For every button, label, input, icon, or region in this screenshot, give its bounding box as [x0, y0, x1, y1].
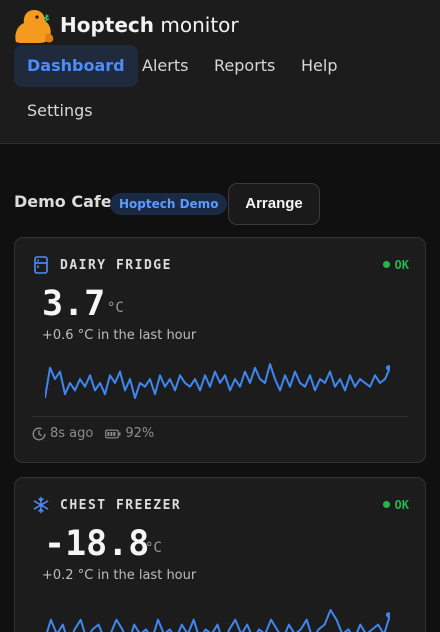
temperature-unit: °C	[107, 300, 124, 316]
brand-name: Hoptech	[60, 13, 155, 37]
nav-help[interactable]: Help	[288, 45, 350, 87]
beaver-logo-icon[interactable]	[12, 6, 54, 44]
status-label: OK	[394, 498, 409, 512]
trend-sparkline	[45, 363, 390, 399]
sparkline-path	[45, 363, 390, 399]
temperature-unit: °C	[145, 540, 162, 556]
nav-dashboard[interactable]: Dashboard	[14, 45, 138, 87]
battery-icon	[105, 429, 121, 438]
sparkline-path	[46, 609, 390, 632]
sensor-card-chest-freezer[interactable]: CHEST FREEZER OK -18.8 °C +0.2 °C in the…	[14, 477, 426, 632]
battery-level: 92%	[125, 426, 155, 441]
nav-settings[interactable]: Settings	[14, 90, 106, 132]
sparkline-latest-point	[385, 365, 390, 371]
card-divider	[32, 416, 408, 417]
sparkline-latest-point	[385, 612, 390, 618]
status-dot-icon	[382, 501, 390, 508]
temperature-delta: +0.6 °C in the last hour	[42, 328, 197, 343]
sensor-name: DAIRY FRIDGE	[60, 258, 172, 273]
fridge-icon	[34, 256, 48, 274]
status-dot-icon	[382, 261, 390, 268]
sensor-name: CHEST FREEZER	[60, 498, 182, 513]
arrange-button[interactable]: Arrange	[228, 183, 320, 225]
status-label: OK	[394, 258, 409, 272]
org-badge: Hoptech Demo	[110, 193, 228, 215]
clock-icon	[32, 427, 46, 440]
nav-reports[interactable]: Reports	[201, 45, 288, 87]
top-nav-bar: Hoptech monitor Dashboard Alerts Reports…	[0, 0, 440, 144]
sensor-meta: 8s ago 92%	[32, 426, 166, 446]
last-seen: 8s ago	[50, 426, 94, 441]
brand-suffix: monitor	[160, 13, 239, 37]
nav-alerts[interactable]: Alerts	[129, 45, 201, 87]
status-badge: OK	[382, 258, 409, 272]
temperature-reading: 3.7	[42, 284, 106, 324]
trend-sparkline	[46, 609, 390, 632]
temperature-reading: -18.8	[44, 524, 150, 564]
status-badge: OK	[382, 498, 409, 512]
sensor-card-dairy-fridge[interactable]: DAIRY FRIDGE OK 3.7 °C +0.6 °C in the la…	[14, 237, 426, 463]
snowflake-icon	[33, 496, 49, 514]
site-name: Demo Cafe	[14, 192, 112, 211]
app-brand[interactable]: Hoptech monitor	[60, 12, 239, 38]
site-header: Demo Cafe Hoptech Demo Arrange	[14, 183, 434, 225]
temperature-delta: +0.2 °C in the last hour	[42, 568, 197, 583]
